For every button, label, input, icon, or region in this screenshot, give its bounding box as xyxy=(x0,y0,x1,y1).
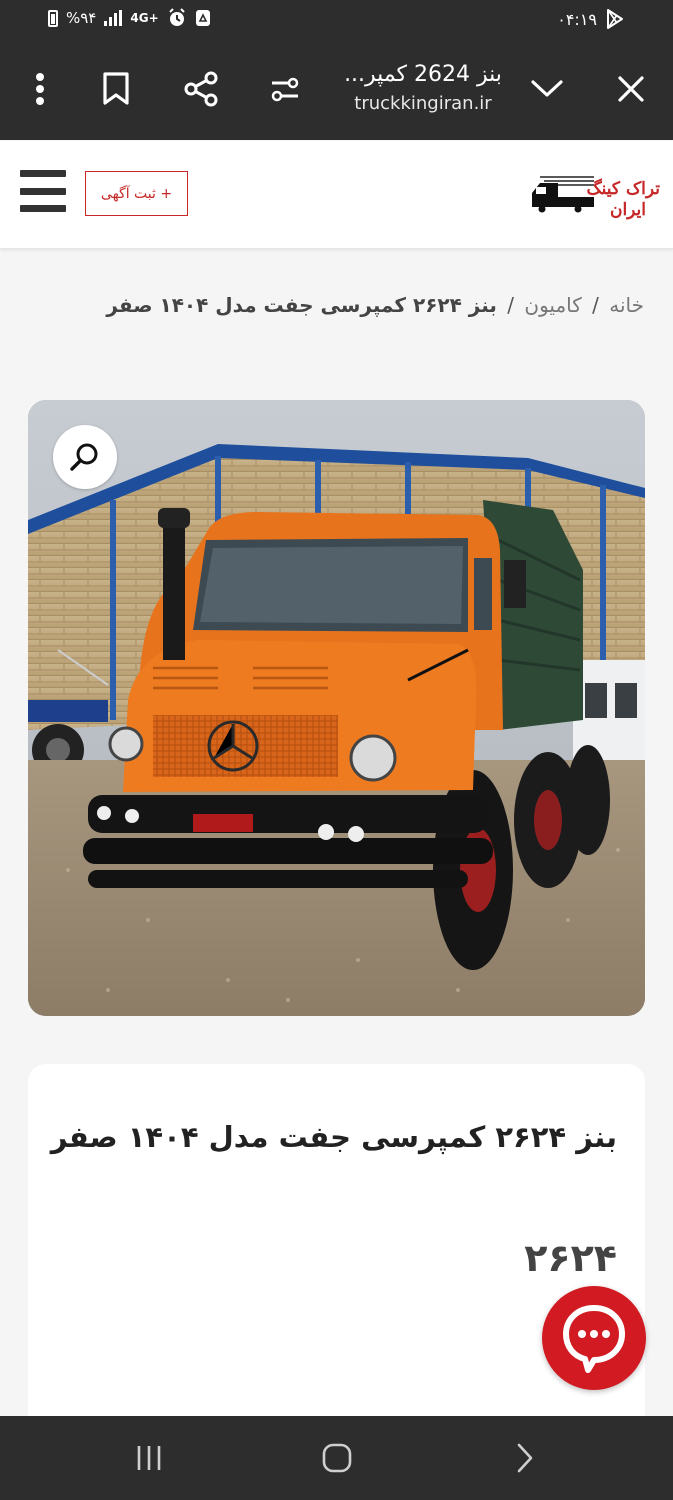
site-settings-button[interactable] xyxy=(260,64,310,114)
breadcrumb-home[interactable]: خانه xyxy=(609,293,644,317)
signal-icon xyxy=(104,10,123,26)
bookmark-button[interactable] xyxy=(91,64,141,114)
product-model: ۲۶۲۴ xyxy=(524,1236,617,1280)
recycle-notification-icon xyxy=(195,10,210,26)
battery-percent: %۹۴ xyxy=(66,9,97,27)
breadcrumb: خانه / کامیون / بنز ۲۶۲۴ کمپرسی جفت مدل … xyxy=(106,293,644,317)
breadcrumb-category[interactable]: کامیون xyxy=(524,293,581,317)
battery-icon xyxy=(48,9,58,27)
chevron-right-icon xyxy=(517,1443,533,1473)
hamburger-icon[interactable] xyxy=(20,170,66,212)
network-type: 4G+ xyxy=(130,11,159,25)
browser-toolbar: بنز 2624 کمپر... truckkingiran.ir xyxy=(0,40,673,140)
close-button[interactable] xyxy=(606,64,656,114)
clock: ۰۴:۱۹ xyxy=(557,9,597,29)
share-icon xyxy=(184,71,218,107)
chat-bubble-icon xyxy=(563,1305,625,1373)
home-icon xyxy=(322,1443,352,1473)
truck-photo xyxy=(28,400,645,1016)
breadcrumb-separator: / xyxy=(507,293,515,317)
more-options-button[interactable] xyxy=(15,64,65,114)
bookmark-icon xyxy=(103,72,129,105)
logo-line-1: تراک کینگ xyxy=(586,179,660,199)
share-button[interactable] xyxy=(176,64,226,114)
post-ad-button[interactable]: + ثبت آگهی xyxy=(85,171,188,216)
search-icon xyxy=(70,443,98,471)
breadcrumb-separator: / xyxy=(592,293,599,317)
recent-apps-icon xyxy=(137,1446,161,1470)
chevron-down-icon xyxy=(531,80,563,97)
product-image[interactable] xyxy=(28,400,645,1016)
tune-icon xyxy=(271,77,299,102)
url-area[interactable]: بنز 2624 کمپر... truckkingiran.ir xyxy=(318,62,528,114)
tab-title: بنز 2624 کمپر... xyxy=(344,62,502,87)
back-button[interactable] xyxy=(503,1438,547,1478)
product-info-card: بنز ۲۶۲۴ کمپرسی جفت مدل ۱۴۰۴ صفر ۲۶۲۴ xyxy=(28,1064,645,1464)
recent-apps-button[interactable] xyxy=(127,1438,171,1478)
zoom-button[interactable] xyxy=(53,425,117,489)
home-button[interactable] xyxy=(315,1438,359,1478)
url-host: truckkingiran.ir xyxy=(354,93,492,114)
more-vertical-icon xyxy=(36,73,44,105)
status-icons-right: ۰۴:۱۹ xyxy=(557,8,625,30)
close-icon xyxy=(618,76,644,102)
site-logo[interactable]: تراک کینگ ایران xyxy=(528,163,660,231)
status-icons-left: %۹۴ 4G+ xyxy=(48,8,211,28)
play-store-icon xyxy=(607,9,623,29)
logo-text: تراک کینگ ایران xyxy=(586,179,660,221)
alarm-icon xyxy=(168,8,185,26)
site-header: + ثبت آگهی تراک کینگ ایران xyxy=(0,141,673,249)
system-navigation-bar xyxy=(0,1416,673,1500)
expand-button[interactable] xyxy=(522,64,572,114)
logo-line-2: ایران xyxy=(609,200,646,220)
breadcrumb-current: بنز ۲۶۲۴ کمپرسی جفت مدل ۱۴۰۴ صفر xyxy=(106,293,497,317)
chat-button[interactable] xyxy=(542,1286,646,1390)
product-title: بنز ۲۶۲۴ کمپرسی جفت مدل ۱۴۰۴ صفر xyxy=(50,1120,617,1154)
status-bar: %۹۴ 4G+ ۰۴:۱۹ xyxy=(0,0,673,40)
